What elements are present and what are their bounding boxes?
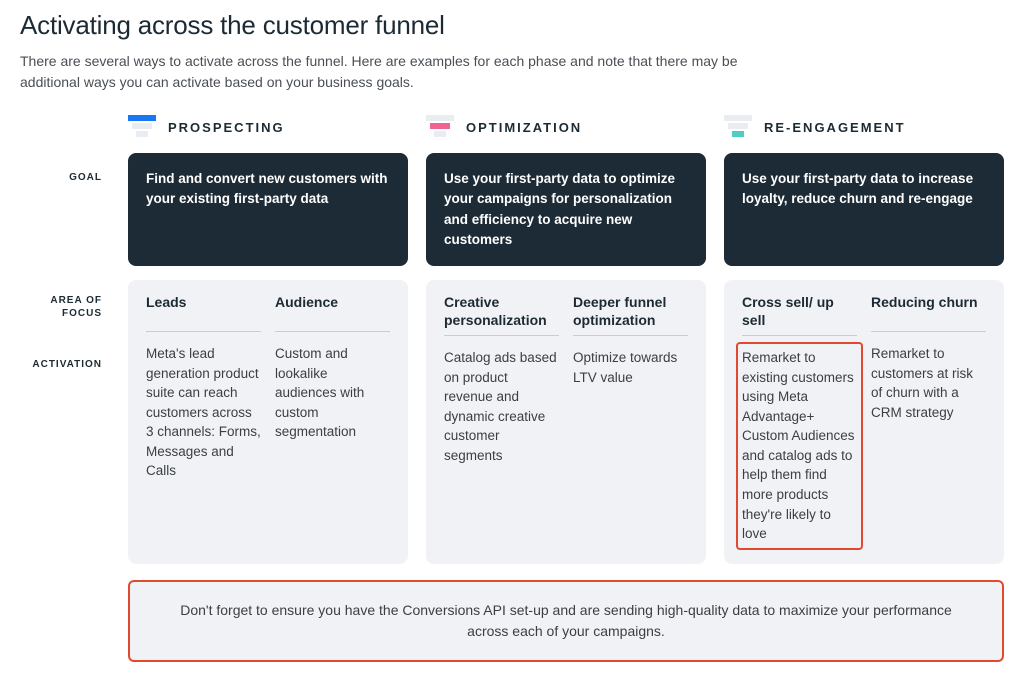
focus-title: Reducing churn [871,294,986,332]
goal-card-prospecting: Find and convert new customers with your… [128,153,408,266]
row-label-area: AREA OF FOCUS [20,294,110,320]
focus-card-optimization: Creative personalization Catalog ads bas… [426,280,706,564]
footnote-callout: Don't forget to ensure you have the Conv… [128,580,1004,662]
stage-title: PROSPECTING [168,120,285,135]
focus-body: Meta's lead generation product suite can… [146,344,261,481]
page-intro: There are several ways to activate acros… [20,51,780,93]
stage-header-prospecting: PROSPECTING [128,115,408,139]
stage-title: OPTIMIZATION [466,120,582,135]
focus-title: Deeper funnel optimization [573,294,688,336]
focus-card-reengagement: Cross sell/ up sell Remarket to existing… [724,280,1004,564]
funnel-grid: PROSPECTING OPTIMIZATION RE-ENGAGEMENT G… [20,115,1004,662]
stage-header-reengagement: RE-ENGAGEMENT [724,115,1004,139]
focus-body: Catalog ads based on product revenue and… [444,348,559,465]
funnel-icon-optimization [426,115,454,139]
focus-card-prospecting: Leads Meta's lead generation product sui… [128,280,408,564]
focus-title: Audience [275,294,390,332]
funnel-icon-reengagement [724,115,752,139]
focus-body: Custom and lookalike audiences with cust… [275,344,390,442]
goal-card-optimization: Use your first-party data to optimize yo… [426,153,706,266]
focus-title: Leads [146,294,261,332]
goal-card-reengagement: Use your first-party data to increase lo… [724,153,1004,266]
focus-body-highlighted: Remarket to existing customers using Met… [736,342,863,550]
page-title: Activating across the customer funnel [20,10,1004,41]
focus-title: Creative personalization [444,294,559,336]
row-label-goal: GOAL [20,153,110,266]
funnel-icon-prospecting [128,115,156,139]
stage-header-optimization: OPTIMIZATION [426,115,706,139]
row-label-activation: ACTIVATION [20,358,110,371]
focus-body: Optimize towards LTV value [573,348,688,387]
focus-body: Remarket to customers at risk of churn w… [871,344,986,422]
focus-title: Cross sell/ up sell [742,294,857,336]
stage-title: RE-ENGAGEMENT [764,120,906,135]
